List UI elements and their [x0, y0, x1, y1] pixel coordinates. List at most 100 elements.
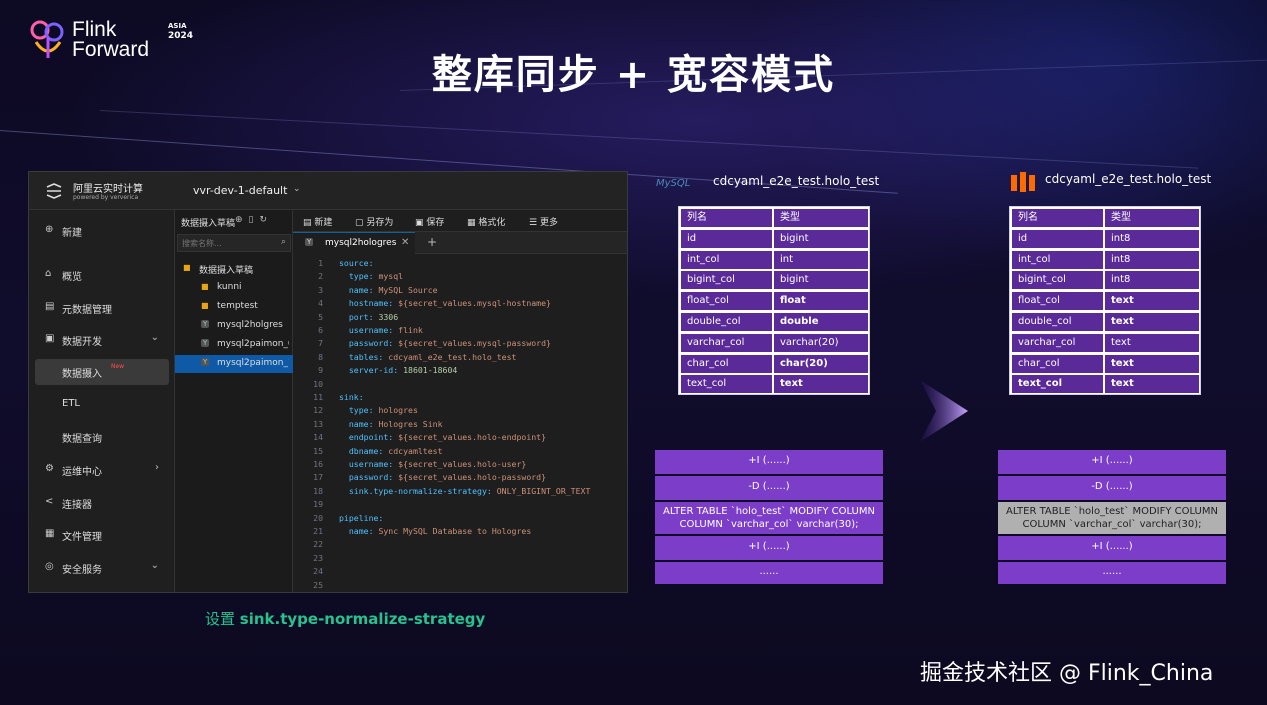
sidebar-item-metadata[interactable]: ▤ 元数据管理	[29, 295, 175, 321]
new-file-icon: ▤	[303, 218, 315, 228]
save-as-button[interactable]: ▢ 另存为	[355, 215, 393, 228]
arrow-right-icon	[920, 380, 968, 442]
line-number: 15	[313, 445, 323, 456]
caption-prefix: 设置	[205, 610, 240, 628]
op-ellipsis: ......	[998, 562, 1226, 584]
line-number: 11	[313, 392, 323, 402]
chevron-down-icon[interactable]: ⌄	[293, 184, 301, 194]
add-icon[interactable]: ⊕	[235, 215, 249, 225]
tree-file-mysql2holgres[interactable]: Y mysql2holgres	[175, 317, 293, 335]
column-name-cell: text_col	[1011, 374, 1104, 395]
tree-item-label: kunni	[217, 282, 242, 292]
sidebar-item-connectors[interactable]: < 连接器	[29, 490, 175, 516]
holo-table-name: cdcyaml_e2e_test.holo_test	[1045, 172, 1212, 186]
column-type-cell: float	[773, 291, 869, 312]
sidebar-item-overview[interactable]: ⌂ 概览	[29, 262, 175, 288]
sidebar-item-etl[interactable]: ETL	[29, 392, 175, 418]
code-editor: ▤ 新建 ▢ 另存为 ▣ 保存 ▦ 格式化 ☰ 更多 Y mysql2holog…	[293, 210, 627, 592]
tree-header: 数据摄入草稿	[181, 219, 236, 229]
tree-item-label: mysql2paimon_0	[217, 339, 289, 349]
chevron-down-icon: ⌄	[150, 560, 159, 571]
tree-folder-temptest[interactable]: ■ temptest	[175, 298, 293, 316]
op-alter-line1: ALTER TABLE `holo_test` MODIFY COLUMN	[1006, 506, 1218, 517]
workspace-selector[interactable]: vvr-dev-1-default	[193, 184, 287, 197]
sidebar-item-security[interactable]: ◎ 安全服务 ⌄	[29, 555, 175, 581]
code-line: password: ${secret_values.mysql-password…	[348, 338, 551, 349]
sidebar-item-label: 文件管理	[62, 532, 102, 543]
line-number: 1	[318, 258, 323, 268]
sidebar-item-label: 运维中心	[62, 467, 102, 478]
line-number: 16	[313, 459, 323, 469]
column-name-cell: int_col	[1011, 249, 1104, 270]
tree-folder-kunni[interactable]: ■ kunni	[175, 279, 293, 297]
sidebar-item-label: ETL	[62, 398, 80, 409]
code-line: endpoint: ${secret_values.holo-endpoint}	[348, 432, 547, 443]
tree-folder-root[interactable]: ■ 数据摄入草稿	[175, 260, 293, 278]
line-number: 25	[313, 579, 323, 590]
code-icon: ▣	[45, 333, 55, 344]
line-number: 13	[313, 418, 323, 429]
line-number: 2	[318, 271, 323, 282]
op-insert-1: +I (......)	[998, 450, 1226, 474]
op-alter-ignored: ALTER TABLE `holo_test` MODIFY COLUMN CO…	[998, 502, 1226, 534]
op-ellipsis: ......	[655, 562, 883, 584]
line-number: 5	[318, 311, 323, 322]
code-line: port: 3306	[348, 311, 399, 322]
chevron-down-icon: ⌄	[150, 332, 159, 343]
tree-file-mysql2paimon-0[interactable]: Y mysql2paimon_0	[175, 336, 293, 354]
sidebar-item-new[interactable]: ⊕ 新建	[29, 218, 175, 244]
new-badge: New	[111, 363, 125, 370]
delete-icon[interactable]: ▯	[249, 215, 260, 225]
column-type-cell: text	[773, 374, 869, 395]
column-type-cell: bigint	[773, 270, 869, 291]
line-number: 23	[313, 552, 323, 563]
folder-icon: ■	[183, 263, 191, 272]
op-insert-2: +I (......)	[655, 536, 883, 560]
sidebar-item-dev[interactable]: ▣ 数据开发 ⌄	[29, 327, 175, 353]
more-button[interactable]: ☰ 更多	[529, 215, 558, 228]
sidebar-item-label: 元数据管理	[62, 305, 112, 316]
sidebar-item-ingest[interactable]: 数据摄入 New	[35, 359, 169, 385]
sidebar-item-label: 连接器	[62, 500, 92, 511]
sidebar-item-files[interactable]: ▦ 文件管理	[29, 522, 175, 548]
column-type-cell: text	[1104, 291, 1200, 312]
sidebar-item-label: 新建	[62, 228, 82, 239]
tree-file-mysql2paimon-1[interactable]: Y mysql2paimon_1	[175, 355, 293, 373]
mysql-logo-icon: MySQL	[656, 178, 691, 189]
file-icon: ▦	[45, 528, 55, 539]
sidebar: ⊕ 新建 ⌂ 概览 ▤ 元数据管理 ▣ 数据开发 ⌄ 数据摄入 New ETL …	[29, 210, 175, 592]
line-number: 22	[313, 539, 323, 550]
sidebar-item-ops[interactable]: ⚙ 运维中心 ›	[29, 457, 175, 483]
tab-mysql2hologres[interactable]: Y mysql2hologres ✕	[293, 232, 415, 254]
slide-title: 整库同步 + 宽容模式	[431, 52, 836, 98]
close-icon[interactable]: ✕	[401, 237, 409, 248]
column-type-cell: text	[1104, 374, 1200, 395]
column-name-cell: varchar_col	[680, 332, 773, 353]
code-line: dbname: cdcyamltest	[348, 445, 443, 456]
new-label: 新建	[314, 218, 333, 228]
menu-icon: ☰	[529, 218, 540, 228]
refresh-icon[interactable]: ↻	[260, 215, 274, 225]
save-label: 保存	[426, 218, 445, 228]
search-input[interactable]	[178, 235, 290, 251]
op-alter-line2: COLUMN `varchar_col` varchar(30);	[1022, 519, 1202, 530]
sidebar-item-label: 概览	[62, 272, 82, 283]
yaml-file-icon: Y	[201, 358, 210, 366]
line-number: 14	[313, 432, 323, 443]
format-button[interactable]: ▦ 格式化	[467, 215, 505, 228]
save-button[interactable]: ▣ 保存	[415, 215, 444, 228]
sidebar-item-label: 数据查询	[62, 434, 102, 445]
line-number: 17	[313, 472, 323, 483]
new-button[interactable]: ▤ 新建	[303, 215, 332, 228]
add-tab-icon[interactable]: +	[427, 235, 437, 249]
yaml-file-icon: Y	[305, 238, 314, 246]
holo-schema-table: 列名 类型 id int8 int_col int8 bigint_col int8 float…	[1009, 206, 1201, 395]
column-name-cell: id	[680, 228, 773, 249]
sidebar-item-label: 数据摄入	[62, 369, 102, 380]
line-number: 24	[313, 566, 323, 577]
column-name-cell: double_col	[680, 312, 773, 332]
sidebar-item-query[interactable]: 数据查询	[29, 424, 175, 450]
column-type-cell: char(20)	[773, 353, 869, 374]
shield-icon: ◎	[45, 561, 54, 572]
op-delete: -D (......)	[998, 476, 1226, 500]
